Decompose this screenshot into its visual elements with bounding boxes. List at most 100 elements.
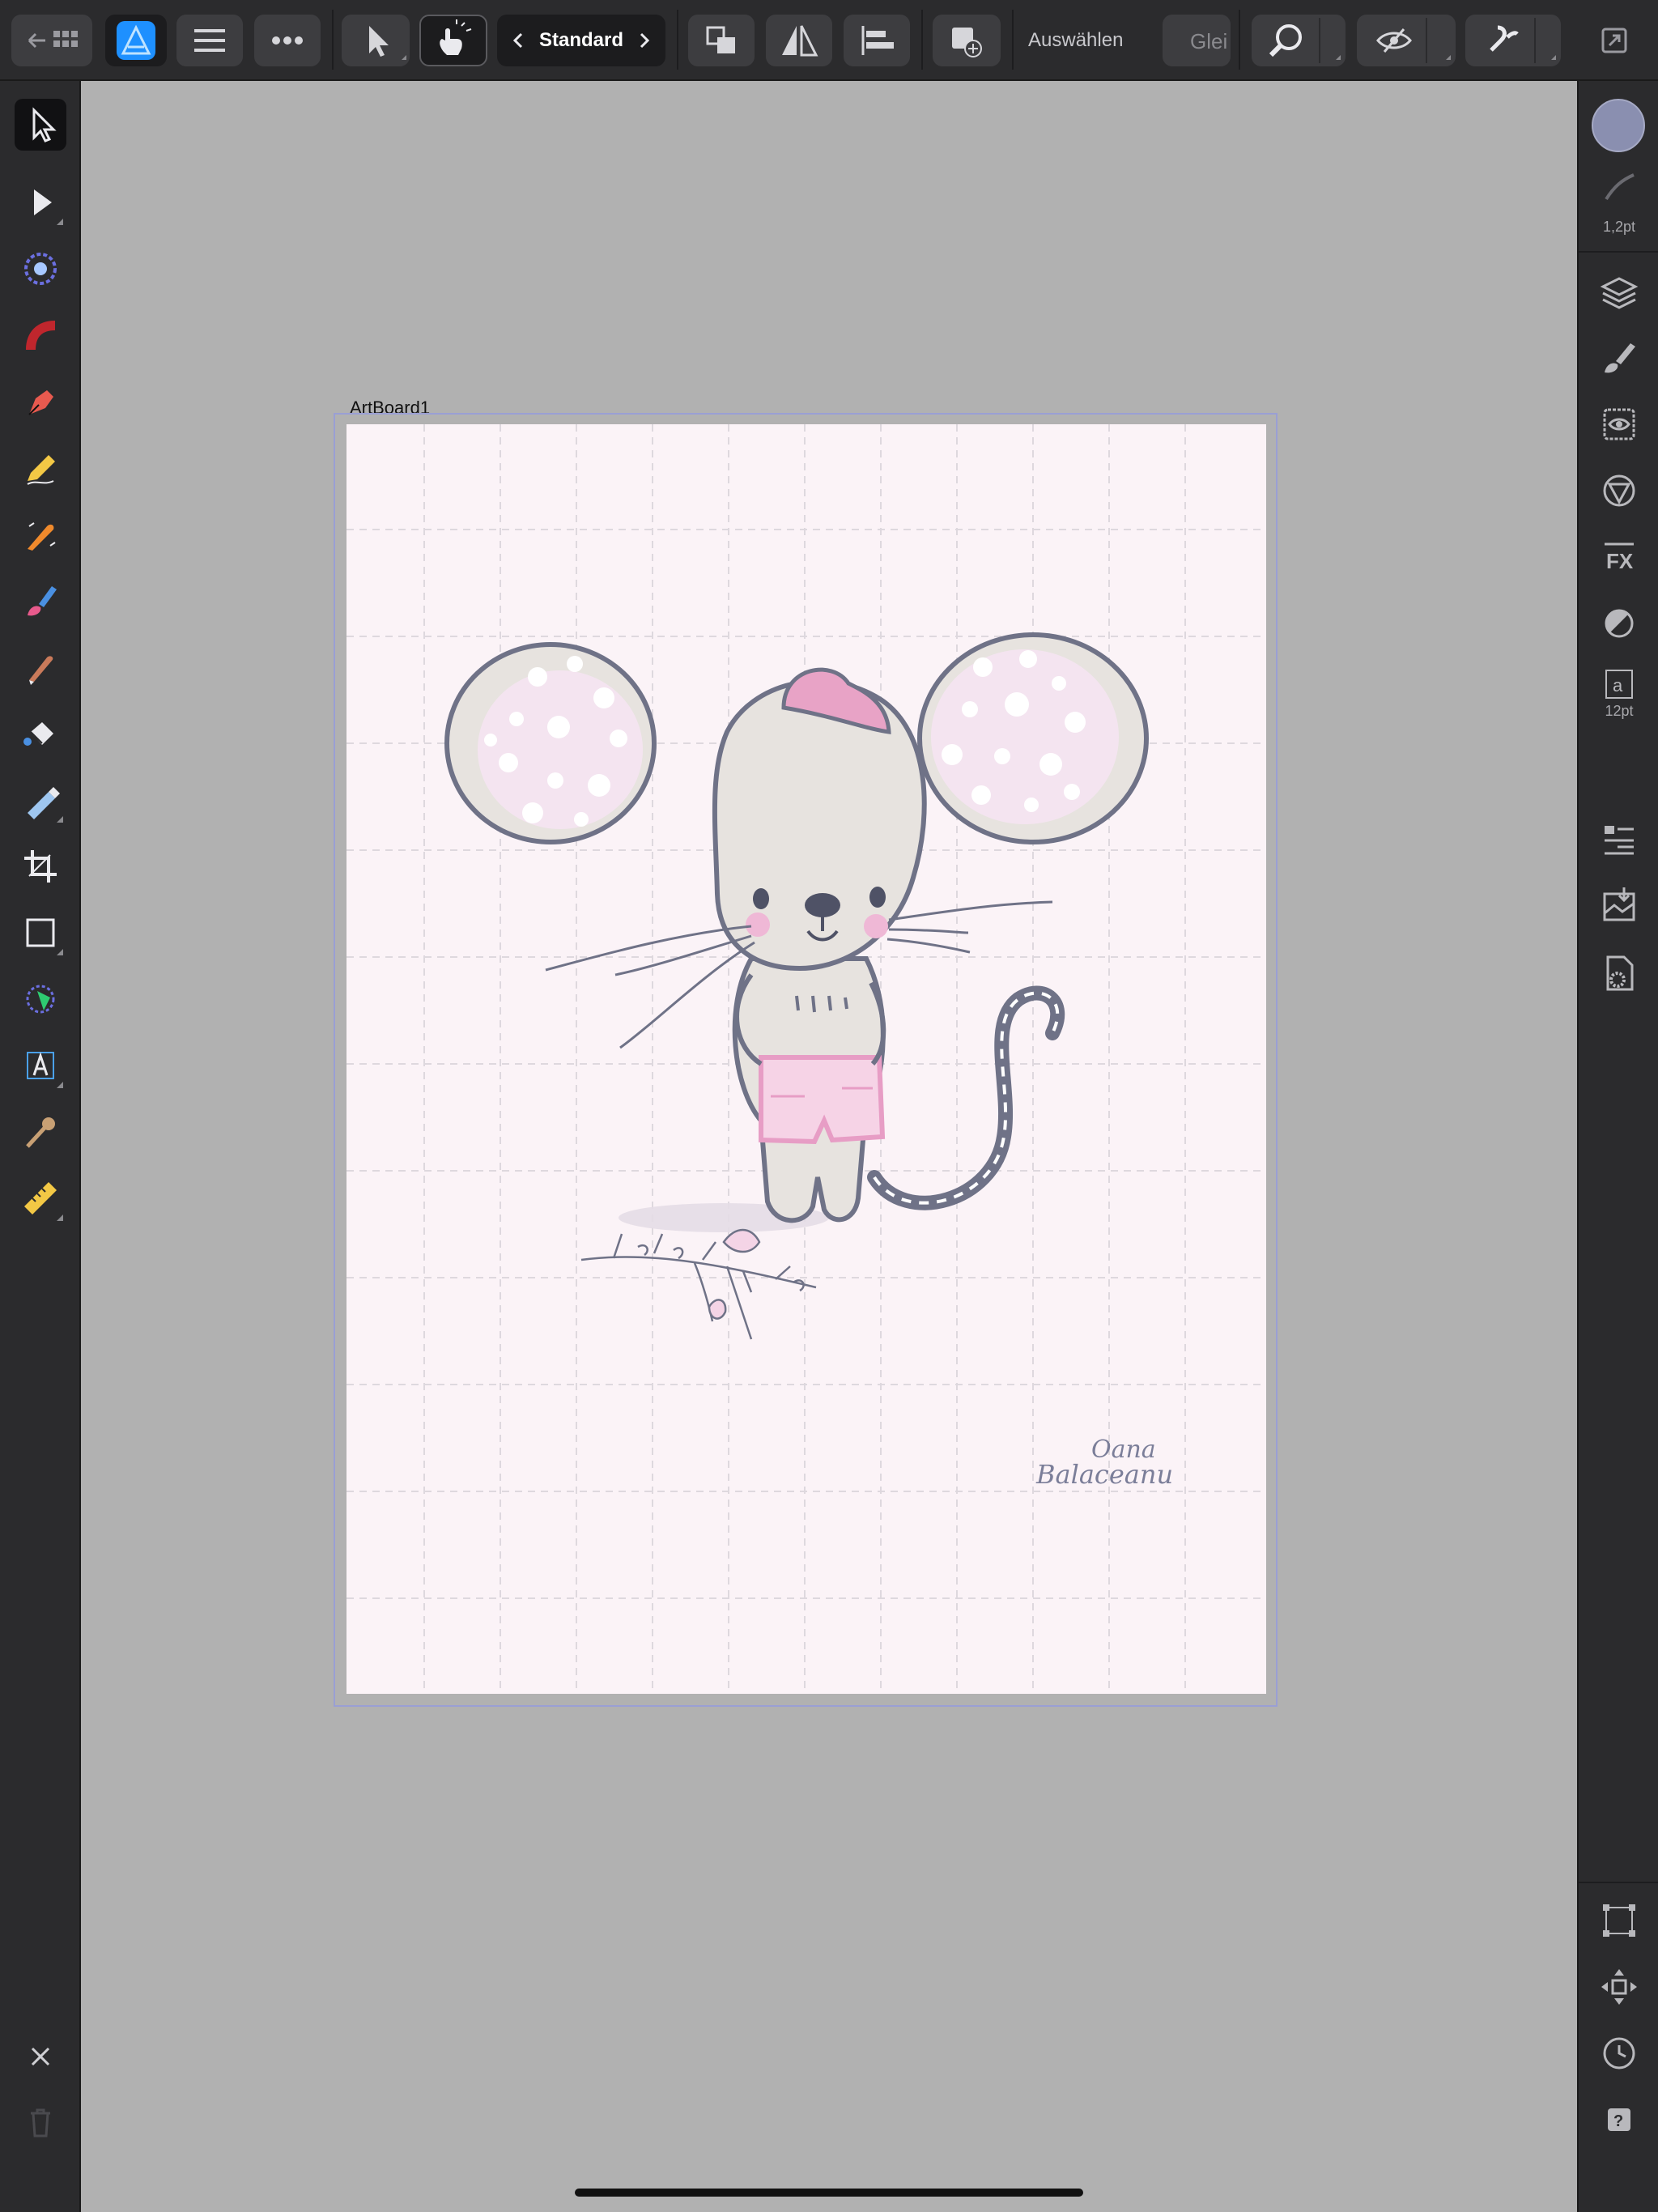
fill-tool-icon xyxy=(26,321,55,350)
move-tool-icon xyxy=(32,107,57,143)
affinity-designer-logo-icon xyxy=(117,21,155,60)
select-menu[interactable]: Auswählen xyxy=(1028,29,1123,52)
stroke-width-label: 1,2pt xyxy=(1602,219,1636,235)
toolbar-divider xyxy=(332,10,334,70)
history-studio-button[interactable] xyxy=(1593,2027,1645,2079)
brush-tool[interactable] xyxy=(15,575,66,627)
stroke-swatch[interactable] xyxy=(1603,170,1635,202)
vector-brush-icon xyxy=(28,522,56,551)
align-left-icon xyxy=(861,26,894,55)
menu-button[interactable] xyxy=(176,15,243,66)
signature-last-name: Balaceanu xyxy=(1035,1459,1173,1490)
text-size-label: 12pt xyxy=(1605,703,1634,719)
svg-text:a: a xyxy=(1613,675,1623,696)
view-zoom-button[interactable] xyxy=(1252,15,1346,66)
snapping-button[interactable] xyxy=(1465,15,1561,66)
character-studio-button[interactable] xyxy=(1593,815,1645,866)
trash-icon xyxy=(31,2108,50,2138)
layers-studio-button[interactable] xyxy=(1593,266,1645,317)
help-button[interactable]: ? xyxy=(1593,2094,1645,2146)
document-settings-button[interactable] xyxy=(1593,947,1645,999)
color-studio-button[interactable] xyxy=(1593,598,1645,649)
cursor-arrow-icon xyxy=(369,26,406,60)
color-picker-icon xyxy=(26,1117,55,1148)
persona-label: Standard xyxy=(538,29,623,51)
export-studio-button[interactable] xyxy=(1593,881,1645,933)
stroke-curve-icon xyxy=(1605,173,1635,201)
pen-tool-icon xyxy=(28,390,53,415)
move-tool[interactable] xyxy=(15,99,66,151)
corner-tool[interactable] xyxy=(15,243,66,295)
transform-studio-button[interactable] xyxy=(1593,1895,1645,1946)
snapping-mode-label: Glei xyxy=(1190,29,1228,53)
svg-text:FX: FX xyxy=(1606,549,1634,573)
artwork-canvas[interactable]: Oana Balaceanu xyxy=(346,424,1266,1694)
appearance-studio-button[interactable] xyxy=(1593,398,1645,450)
tools-panel xyxy=(0,81,81,2212)
touch-gesture-button[interactable] xyxy=(419,15,487,66)
align-button[interactable] xyxy=(844,15,910,66)
close-icon xyxy=(31,2047,50,2066)
artistic-text-tool[interactable] xyxy=(15,1040,66,1091)
effects-studio-button[interactable]: FX xyxy=(1593,531,1645,583)
close-context-button[interactable] xyxy=(24,2040,57,2073)
more-options-button[interactable] xyxy=(254,15,321,66)
knife-tool-icon xyxy=(29,656,53,685)
snapping-mode-dropdown[interactable]: Glei xyxy=(1163,15,1231,66)
layers-icon xyxy=(1600,277,1639,309)
toolbar-divider xyxy=(921,10,923,70)
hand-touch-icon xyxy=(440,19,472,55)
rectangle-tool[interactable] xyxy=(15,907,66,959)
settings-icon xyxy=(1606,955,1634,991)
brushes-icon xyxy=(1605,343,1635,373)
arrange-button[interactable] xyxy=(688,15,755,66)
fx-icon: FX xyxy=(1605,542,1634,573)
shorts xyxy=(759,1055,886,1145)
persona-switcher[interactable]: Standard xyxy=(497,15,665,66)
corner-tool-icon xyxy=(24,253,57,285)
panel-divider xyxy=(1579,251,1658,253)
delete-button[interactable] xyxy=(24,2105,57,2141)
navigator-studio-button[interactable] xyxy=(1593,1961,1645,2013)
character-icon xyxy=(1605,826,1634,855)
pencil-tool-icon xyxy=(27,455,55,485)
magnifier-icon xyxy=(1269,18,1341,63)
panel-divider xyxy=(1579,1882,1658,1883)
pixel-brush-tool[interactable] xyxy=(15,641,66,693)
insert-button[interactable] xyxy=(933,15,1001,66)
ellipsis-icon xyxy=(272,36,303,45)
fill-bucket-tool[interactable] xyxy=(15,708,66,759)
flip-button[interactable] xyxy=(766,15,832,66)
node-tool[interactable] xyxy=(15,177,66,228)
shape-tool[interactable] xyxy=(15,973,66,1025)
pencil-tool[interactable] xyxy=(15,442,66,494)
pen-tool[interactable] xyxy=(15,376,66,428)
vector-brush-tool[interactable] xyxy=(15,508,66,560)
studio-panel: 1,2pt FX a 12pt ? xyxy=(1577,81,1658,2212)
measure-tool[interactable] xyxy=(15,1172,66,1224)
flip-horizontal-icon xyxy=(782,25,818,57)
left-ear-inner xyxy=(478,670,643,829)
shape-tool-icon xyxy=(26,985,55,1014)
fill-color-swatch[interactable] xyxy=(1592,99,1645,152)
back-to-gallery-button[interactable] xyxy=(11,15,92,66)
appearance-icon xyxy=(1603,408,1635,440)
top-toolbar: Standard Auswählen Glei xyxy=(0,0,1658,81)
fullscreen-button[interactable] xyxy=(1598,24,1630,57)
toolbar-divider xyxy=(677,10,678,70)
magnet-icon xyxy=(1490,18,1556,63)
crop-tool[interactable] xyxy=(15,840,66,892)
transparency-tool[interactable] xyxy=(15,774,66,826)
toolbar-divider xyxy=(1239,10,1240,70)
eye-hidden-icon xyxy=(1376,18,1451,63)
stroke-studio-button[interactable] xyxy=(1593,465,1645,517)
persona-designer-button[interactable] xyxy=(105,15,167,66)
select-mode-button[interactable] xyxy=(342,15,410,66)
export-icon xyxy=(1603,887,1635,921)
view-mode-button[interactable] xyxy=(1357,15,1456,66)
gradient-tool[interactable] xyxy=(15,309,66,361)
color-icon xyxy=(1605,609,1634,638)
color-picker-tool[interactable] xyxy=(15,1106,66,1158)
brushes-studio-button[interactable] xyxy=(1593,332,1645,384)
stroke-icon xyxy=(1603,474,1635,507)
